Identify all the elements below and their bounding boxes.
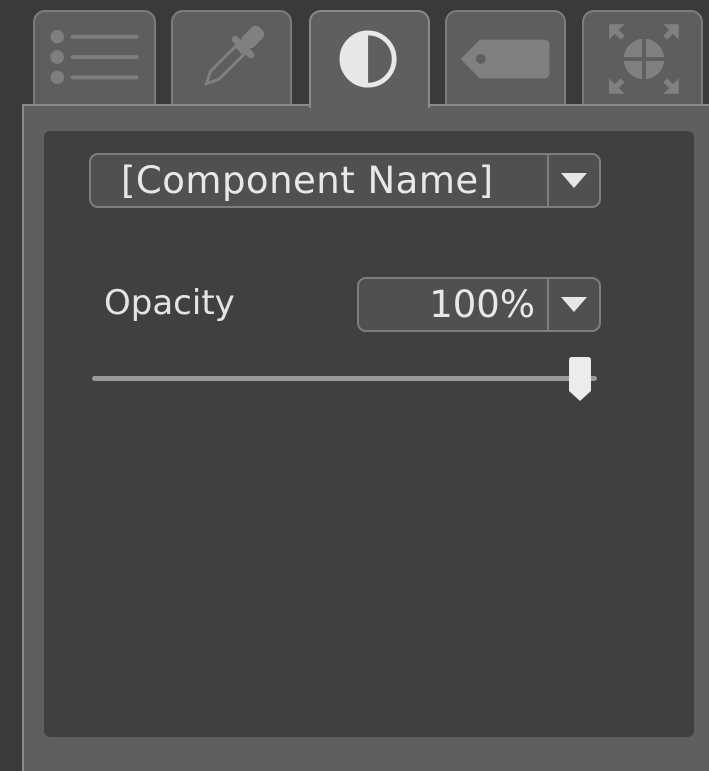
component-name-dropdown[interactable]: [Component Name] [89, 153, 601, 208]
chevron-down-icon [561, 297, 587, 312]
eyedropper-icon [173, 12, 290, 106]
properties-window: [Component Name] Opacity 100% [0, 0, 709, 771]
opacity-slider-thumb[interactable] [569, 357, 591, 401]
expand-arrows-target-icon [584, 12, 701, 106]
component-name-value: [Component Name] [121, 159, 494, 202]
list-icon [35, 12, 154, 106]
chevron-down-icon [561, 173, 587, 188]
tab-list[interactable] [33, 10, 156, 106]
tab-opacity[interactable] [309, 10, 430, 108]
dropdown-arrow-button[interactable] [549, 155, 599, 206]
opacity-value-dropdown[interactable]: 100% [357, 277, 601, 332]
opacity-slider-track[interactable] [92, 376, 597, 381]
dropdown-arrow-button[interactable] [549, 279, 599, 330]
opacity-label: Opacity [104, 283, 235, 323]
tab-transform[interactable] [582, 10, 703, 106]
contrast-half-circle-icon [311, 12, 428, 108]
tag-icon [447, 12, 564, 106]
properties-panel-content [44, 131, 694, 737]
opacity-value: 100% [429, 283, 535, 326]
tab-eyedropper[interactable] [171, 10, 292, 106]
tab-tag[interactable] [445, 10, 566, 106]
